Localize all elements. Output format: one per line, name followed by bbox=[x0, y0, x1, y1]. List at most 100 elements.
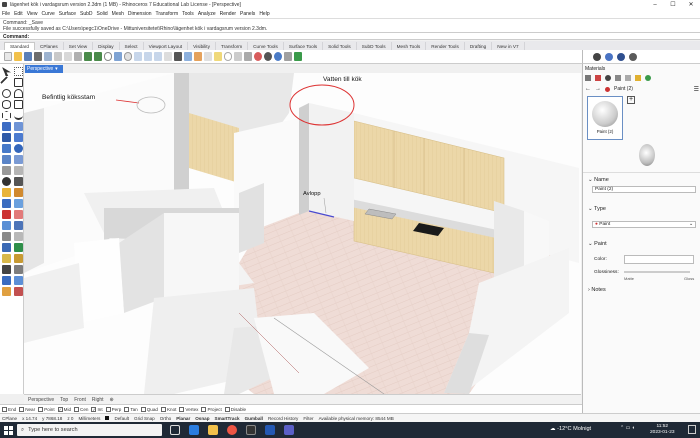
osnap-checkbox[interactable] bbox=[19, 406, 25, 412]
material-type-select[interactable]: ● Paint ⌄ bbox=[592, 221, 696, 228]
environment-tab-icon[interactable] bbox=[615, 74, 621, 81]
undo-view-icon[interactable] bbox=[164, 52, 172, 61]
tab-visibility[interactable]: Visibility bbox=[188, 42, 216, 50]
status-grid-snap[interactable]: Grid Snap bbox=[134, 416, 155, 421]
light-icon[interactable] bbox=[14, 177, 23, 186]
match-properties-icon[interactable] bbox=[244, 52, 252, 61]
osnap-vertex[interactable]: Vertex bbox=[179, 406, 198, 412]
tab-select[interactable]: Select bbox=[120, 42, 144, 50]
view-options-icon[interactable]: ☰ bbox=[694, 86, 699, 93]
offset-icon[interactable] bbox=[2, 199, 11, 208]
ellipse-icon[interactable] bbox=[2, 100, 11, 109]
osnap-checkbox[interactable] bbox=[140, 406, 146, 412]
material-name-field[interactable]: Paint (2) bbox=[592, 186, 696, 193]
split-icon[interactable] bbox=[14, 210, 23, 219]
osnap-perp[interactable]: Perp bbox=[105, 406, 121, 412]
perspective-viewport[interactable]: Befintlig köksstam Vatten till kök Avlop… bbox=[24, 73, 581, 394]
copy-object-icon[interactable] bbox=[14, 243, 23, 252]
layers-tab-icon[interactable] bbox=[595, 74, 601, 81]
tab-render-tools[interactable]: Render Tools bbox=[426, 42, 465, 50]
windows-start-icon[interactable] bbox=[4, 425, 13, 435]
tab-viewport-layout[interactable]: Viewport Layout bbox=[144, 42, 189, 50]
section-notes-header[interactable]: › Notes bbox=[588, 287, 606, 293]
rectangle-icon[interactable] bbox=[14, 100, 23, 109]
menu-transform[interactable]: Transform bbox=[156, 11, 179, 17]
surface-icon[interactable] bbox=[2, 122, 11, 131]
viewport-tab-top[interactable]: Top bbox=[60, 397, 68, 403]
menu-tools[interactable]: Tools bbox=[182, 11, 194, 17]
tab-set-view[interactable]: Set View bbox=[64, 42, 94, 50]
clock[interactable]: 11:52 2023-01-23 bbox=[650, 424, 675, 436]
taskbar-search[interactable]: ⌕ Type here to search bbox=[17, 424, 162, 436]
add-material-button[interactable]: + bbox=[627, 96, 635, 104]
menu-view[interactable]: View bbox=[27, 11, 38, 17]
dimension-icon[interactable] bbox=[2, 287, 11, 296]
polyline-icon[interactable] bbox=[14, 78, 23, 87]
tab-drafting[interactable]: Drafting bbox=[465, 42, 493, 50]
maximize-button[interactable]: ☐ bbox=[664, 0, 682, 9]
section-type-header[interactable]: ⌄ Type bbox=[588, 206, 606, 212]
osnap-knot[interactable]: Knot bbox=[160, 406, 176, 412]
cplane-icon[interactable] bbox=[184, 52, 192, 61]
tray-icons[interactable]: ⌃ ▭ ◖ bbox=[620, 425, 635, 431]
edge-icon[interactable] bbox=[189, 425, 199, 435]
save-icon[interactable] bbox=[24, 52, 32, 61]
join-icon[interactable] bbox=[2, 221, 11, 230]
options-icon[interactable] bbox=[284, 52, 292, 61]
lights-tab-icon[interactable] bbox=[635, 74, 641, 81]
osnap-checkbox-checked[interactable]: ✓ bbox=[91, 406, 97, 412]
group-icon[interactable] bbox=[2, 232, 11, 241]
command-line[interactable]: Command: bbox=[0, 32, 700, 40]
tab-cplanes[interactable]: CPlanes bbox=[35, 42, 64, 50]
tab-mesh-tools[interactable]: Mesh Tools bbox=[392, 42, 427, 50]
paste-icon[interactable] bbox=[74, 52, 82, 61]
viewport-tab-front[interactable]: Front bbox=[74, 397, 86, 403]
osnap-checkbox[interactable] bbox=[160, 406, 166, 412]
rotate-icon[interactable] bbox=[2, 254, 11, 263]
osnap-cen[interactable]: Cen bbox=[74, 406, 88, 412]
help-tab-icon[interactable] bbox=[645, 74, 651, 81]
zoom-selected-icon[interactable] bbox=[154, 52, 162, 61]
osnap-checkbox[interactable] bbox=[2, 406, 7, 412]
tab-solid-tools[interactable]: Solid Tools bbox=[323, 42, 357, 50]
osnap-mid[interactable]: ✓ Mid bbox=[57, 406, 71, 412]
move-icon[interactable] bbox=[2, 243, 11, 252]
viewport-title-tab[interactable]: Perspective ▾ bbox=[25, 65, 63, 73]
open-folder-icon[interactable] bbox=[14, 52, 22, 61]
menu-solid[interactable]: Solid bbox=[97, 11, 108, 17]
four-viewports-icon[interactable] bbox=[174, 52, 182, 61]
select-arrow-icon[interactable] bbox=[2, 67, 11, 76]
menu-curve[interactable]: Curve bbox=[41, 11, 54, 17]
mesh-box-icon[interactable] bbox=[14, 166, 23, 175]
weather-widget[interactable]: ☁ -12°C Molnigt bbox=[550, 426, 591, 432]
trim-icon[interactable] bbox=[2, 210, 11, 219]
viewport-tab-perspective[interactable]: Perspective bbox=[28, 397, 54, 403]
osnap-checkbox[interactable] bbox=[105, 406, 111, 412]
menu-dimension[interactable]: Dimension bbox=[128, 11, 152, 17]
tab-new-in-v7[interactable]: New in V7 bbox=[492, 42, 525, 50]
osnap-checkbox[interactable] bbox=[38, 406, 44, 412]
osnap-checkbox[interactable] bbox=[124, 406, 130, 412]
status-osnap[interactable]: Osnap bbox=[195, 416, 209, 421]
mesh-icon[interactable] bbox=[2, 166, 11, 175]
osnap-checkbox[interactable] bbox=[201, 406, 207, 412]
ungroup-icon[interactable] bbox=[14, 232, 23, 241]
sweep-icon[interactable] bbox=[14, 133, 23, 142]
status-layer[interactable]: Default bbox=[114, 416, 129, 421]
menu-subd[interactable]: SubD bbox=[80, 11, 93, 17]
word-icon[interactable] bbox=[265, 425, 275, 435]
properties-tab-icon[interactable] bbox=[585, 74, 591, 81]
polygon-icon[interactable] bbox=[2, 111, 11, 120]
menu-panels[interactable]: Panels bbox=[240, 11, 255, 17]
point-icon[interactable] bbox=[14, 67, 23, 76]
section-name-header[interactable]: ⌄ Name bbox=[588, 177, 609, 183]
hide-icon[interactable] bbox=[204, 52, 212, 61]
fillet-icon[interactable] bbox=[2, 188, 11, 197]
back-arrow-icon[interactable]: ← bbox=[585, 86, 591, 92]
rhino-taskbar-icon[interactable] bbox=[246, 425, 256, 435]
rotate-view-icon[interactable] bbox=[114, 52, 122, 61]
osnap-project[interactable]: Project bbox=[201, 406, 222, 412]
copy-icon[interactable] bbox=[64, 52, 72, 61]
add-viewport-icon[interactable]: ⊕ bbox=[110, 397, 114, 403]
chamfer-icon[interactable] bbox=[14, 188, 23, 197]
